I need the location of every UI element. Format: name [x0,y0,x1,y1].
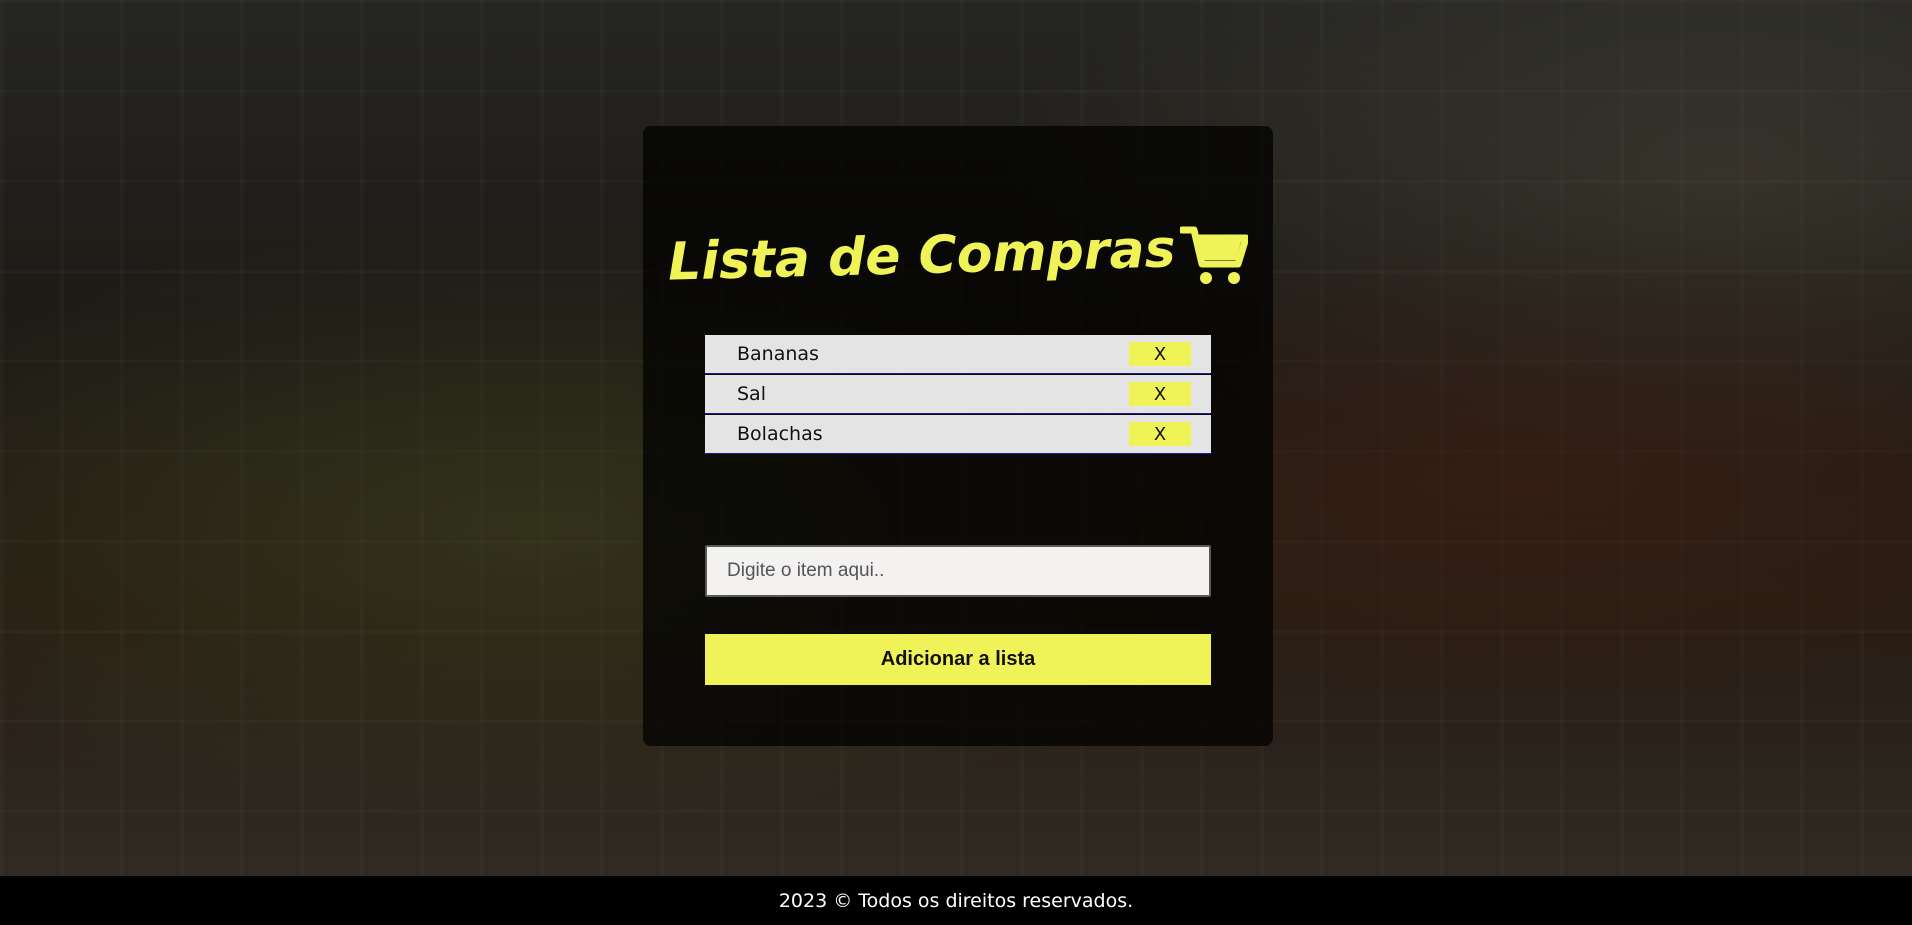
footer: 2023 © Todos os direitos reservados. [0,876,1912,925]
add-to-list-button[interactable]: Adicionar a lista [705,634,1211,685]
remove-item-button[interactable]: X [1129,342,1191,366]
copyright-text: 2023 © Todos os direitos reservados. [778,889,1134,912]
remove-item-button[interactable]: X [1129,382,1191,406]
list-item-label: Sal [737,383,766,405]
shopping-list: Bananas X Sal X Bolachas X [705,335,1211,455]
shopping-list-card: Lista de Compras Bananas X Sal X Bolacha… [643,126,1273,746]
page-title: Lista de Compras [667,219,1177,293]
shopping-cart-icon [1178,224,1250,288]
list-item: Bananas X [705,335,1211,374]
list-item: Sal X [705,375,1211,414]
list-item: Bolachas X [705,415,1211,454]
header: Lista de Compras [668,216,1250,296]
remove-item-button[interactable]: X [1129,422,1191,446]
list-item-label: Bolachas [737,423,823,445]
new-item-input[interactable] [705,545,1211,597]
list-item-label: Bananas [737,343,819,365]
